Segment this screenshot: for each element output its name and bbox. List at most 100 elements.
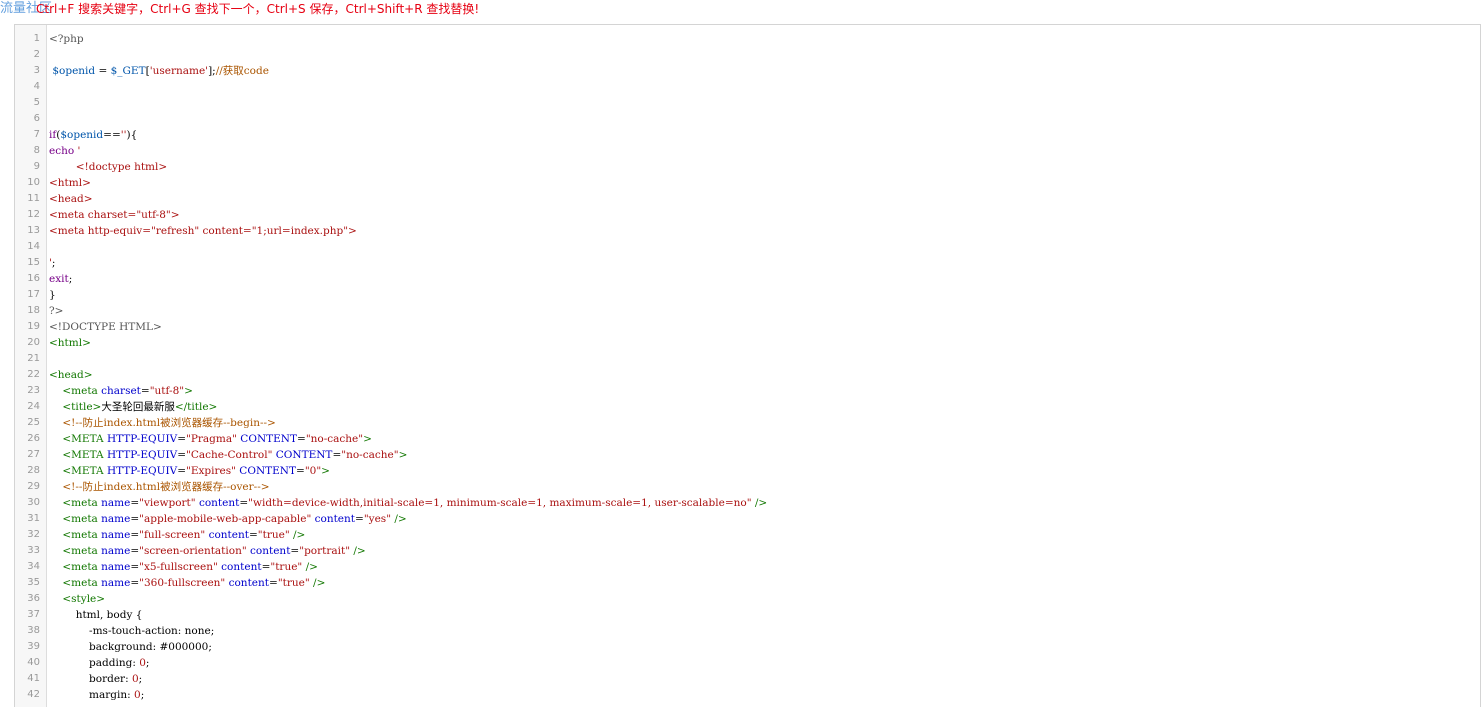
code-line[interactable]: 37 html, body { bbox=[15, 607, 1480, 623]
code-token: = bbox=[130, 545, 140, 557]
line-code[interactable]: background: #000000; bbox=[49, 639, 212, 655]
line-code[interactable]: <meta http-equiv="refresh" content="1;ur… bbox=[49, 223, 357, 239]
code-line[interactable]: 24 <title>大圣轮回最新服</title> bbox=[15, 399, 1480, 415]
code-line[interactable]: 39 background: #000000; bbox=[15, 639, 1480, 655]
code-line[interactable]: 40 padding: 0; bbox=[15, 655, 1480, 671]
code-line[interactable]: 34 <meta name="x5-fullscreen" content="t… bbox=[15, 559, 1480, 575]
code-line[interactable]: 21 bbox=[15, 351, 1480, 367]
line-code[interactable]: <head> bbox=[49, 191, 93, 207]
line-code[interactable]: margin: 0; bbox=[49, 687, 144, 703]
code-line[interactable]: 20 <html> bbox=[15, 335, 1480, 351]
code-line[interactable]: 11 <head> bbox=[15, 191, 1480, 207]
code-line[interactable]: 16 exit; bbox=[15, 271, 1480, 287]
code-line[interactable]: 19 <!DOCTYPE HTML> bbox=[15, 319, 1480, 335]
code-line[interactable]: 9 <!doctype html> bbox=[15, 159, 1480, 175]
code-line[interactable]: 13 <meta http-equiv="refresh" content="1;… bbox=[15, 223, 1480, 239]
line-code[interactable]: <!--防止index.html被浏览器缓存--over--> bbox=[49, 479, 269, 495]
code-line[interactable]: 2 bbox=[15, 47, 1480, 63]
line-code[interactable]: padding: 0; bbox=[49, 655, 149, 671]
line-code[interactable]: <meta name="apple-mobile-web-app-capable… bbox=[49, 511, 407, 527]
line-code[interactable]: if($openid==''){ bbox=[49, 127, 137, 143]
line-code[interactable]: <head> bbox=[49, 367, 93, 383]
line-code[interactable]: <title>大圣轮回最新服</title> bbox=[49, 399, 217, 415]
code-token: > bbox=[321, 465, 330, 477]
code-line[interactable]: 42 margin: 0; bbox=[15, 687, 1480, 703]
code-line[interactable]: 25 <!--防止index.html被浏览器缓存--begin--> bbox=[15, 415, 1480, 431]
line-code[interactable]: <!--防止index.html被浏览器缓存--begin--> bbox=[49, 415, 276, 431]
code-token: ; bbox=[145, 657, 150, 669]
code-line[interactable]: 26 <META HTTP-EQUIV="Pragma" CONTENT="no… bbox=[15, 431, 1480, 447]
code-line[interactable]: 5 bbox=[15, 95, 1480, 111]
line-code[interactable]: ?> bbox=[49, 303, 63, 319]
code-token: /> bbox=[394, 513, 407, 525]
code-line[interactable]: 6 bbox=[15, 111, 1480, 127]
code-line[interactable]: 23 <meta charset="utf-8"> bbox=[15, 383, 1480, 399]
line-number: 13 bbox=[27, 225, 40, 236]
line-code[interactable]: html, body { bbox=[49, 607, 143, 623]
code-line[interactable]: 4 bbox=[15, 79, 1480, 95]
code-line[interactable]: 33 <meta name="screen-orientation" conte… bbox=[15, 543, 1480, 559]
code-token: } bbox=[49, 289, 56, 301]
line-number: 14 bbox=[27, 241, 40, 252]
line-code[interactable]: <!doctype html> bbox=[49, 159, 167, 175]
code-token: <html> bbox=[49, 337, 91, 349]
line-code[interactable]: <?php bbox=[49, 31, 84, 47]
code-line[interactable]: 29 <!--防止index.html被浏览器缓存--over--> bbox=[15, 479, 1480, 495]
line-code[interactable]: -ms-touch-action: none; bbox=[49, 623, 214, 639]
code-token: = bbox=[130, 577, 140, 589]
code-line[interactable]: 38 -ms-touch-action: none; bbox=[15, 623, 1480, 639]
code-line[interactable]: 31 <meta name="apple-mobile-web-app-capa… bbox=[15, 511, 1480, 527]
code-line[interactable]: 22 <head> bbox=[15, 367, 1480, 383]
code-line[interactable]: 15 '; bbox=[15, 255, 1480, 271]
code-line[interactable]: 27 <META HTTP-EQUIV="Cache-Control" CONT… bbox=[15, 447, 1480, 463]
code-token: <META bbox=[62, 465, 104, 477]
code-token: ; bbox=[138, 673, 143, 685]
code-line[interactable]: 12 <meta charset="utf-8"> bbox=[15, 207, 1480, 223]
code-line[interactable]: 3 $openid = $_GET['username'];//获取code bbox=[15, 63, 1480, 79]
line-code[interactable]: '; bbox=[49, 255, 55, 271]
line-code[interactable]: <meta charset="utf-8"> bbox=[49, 207, 180, 223]
code-line[interactable]: 35 <meta name="360-fullscreen" content="… bbox=[15, 575, 1480, 591]
line-code[interactable]: } bbox=[49, 287, 56, 303]
code-token: <!doctype html> bbox=[49, 161, 168, 173]
line-code[interactable]: exit; bbox=[49, 271, 72, 287]
code-line[interactable]: 30 <meta name="viewport" content="width=… bbox=[15, 495, 1480, 511]
code-line[interactable]: 10 <html> bbox=[15, 175, 1480, 191]
line-code[interactable]: echo ' bbox=[49, 143, 80, 159]
line-code[interactable]: <html> bbox=[49, 175, 91, 191]
code-token: HTTP-EQUIV bbox=[106, 449, 178, 461]
code-line[interactable]: 17} bbox=[15, 287, 1480, 303]
code-token: html, body { bbox=[49, 609, 143, 621]
line-code[interactable]: <!DOCTYPE HTML> bbox=[49, 319, 162, 335]
code-line[interactable]: 1 <?php bbox=[15, 31, 1480, 47]
line-code[interactable]: <meta name="screen-orientation" content=… bbox=[49, 543, 365, 559]
line-number: 32 bbox=[27, 529, 40, 540]
code-line[interactable]: 28 <META HTTP-EQUIV="Expires" CONTENT="0… bbox=[15, 463, 1480, 479]
code-line[interactable]: 41 border: 0; bbox=[15, 671, 1480, 687]
code-line[interactable]: 7 if($openid==''){ bbox=[15, 127, 1480, 143]
line-code[interactable]: <html> bbox=[49, 335, 91, 351]
code-line[interactable]: 14 bbox=[15, 239, 1480, 255]
code-line[interactable]: 32 <meta name="full-screen" content="tru… bbox=[15, 527, 1480, 543]
line-code[interactable]: <style> bbox=[49, 591, 105, 607]
line-code[interactable]: <META HTTP-EQUIV="Pragma" CONTENT="no-ca… bbox=[49, 431, 372, 447]
code-line[interactable]: 8 echo ' bbox=[15, 143, 1480, 159]
line-code[interactable]: <META HTTP-EQUIV="Cache-Control" CONTENT… bbox=[49, 447, 407, 463]
code-token: = bbox=[355, 513, 364, 525]
line-code[interactable]: <meta name="viewport" content="width=dev… bbox=[49, 495, 767, 511]
line-code[interactable]: <meta name="x5-fullscreen" content="true… bbox=[49, 559, 318, 575]
code-line[interactable]: 18 ?> bbox=[15, 303, 1480, 319]
line-code[interactable]: $openid = $_GET['username'];//获取code bbox=[49, 63, 269, 79]
line-code[interactable]: <meta charset="utf-8"> bbox=[49, 383, 193, 399]
line-code[interactable]: border: 0; bbox=[49, 671, 142, 687]
code-token: $_GET bbox=[110, 65, 146, 77]
code-line[interactable]: 36 <style> bbox=[15, 591, 1480, 607]
code-editor[interactable]: 1 <?php 2 3 $openid = $_GET['username'];//获… bbox=[14, 24, 1481, 707]
code-token: <head> bbox=[49, 369, 93, 381]
code-lines[interactable]: 1 <?php 2 3 $openid = $_GET['username'];//获… bbox=[15, 31, 1480, 703]
line-code[interactable]: <meta name="360-fullscreen" content="tru… bbox=[49, 575, 325, 591]
line-code[interactable]: <meta name="full-screen" content="true" … bbox=[49, 527, 305, 543]
code-token: ]; bbox=[208, 65, 216, 77]
line-code[interactable]: <META HTTP-EQUIV="Expires" CONTENT="0"> bbox=[49, 463, 330, 479]
code-token: <META bbox=[62, 449, 104, 461]
